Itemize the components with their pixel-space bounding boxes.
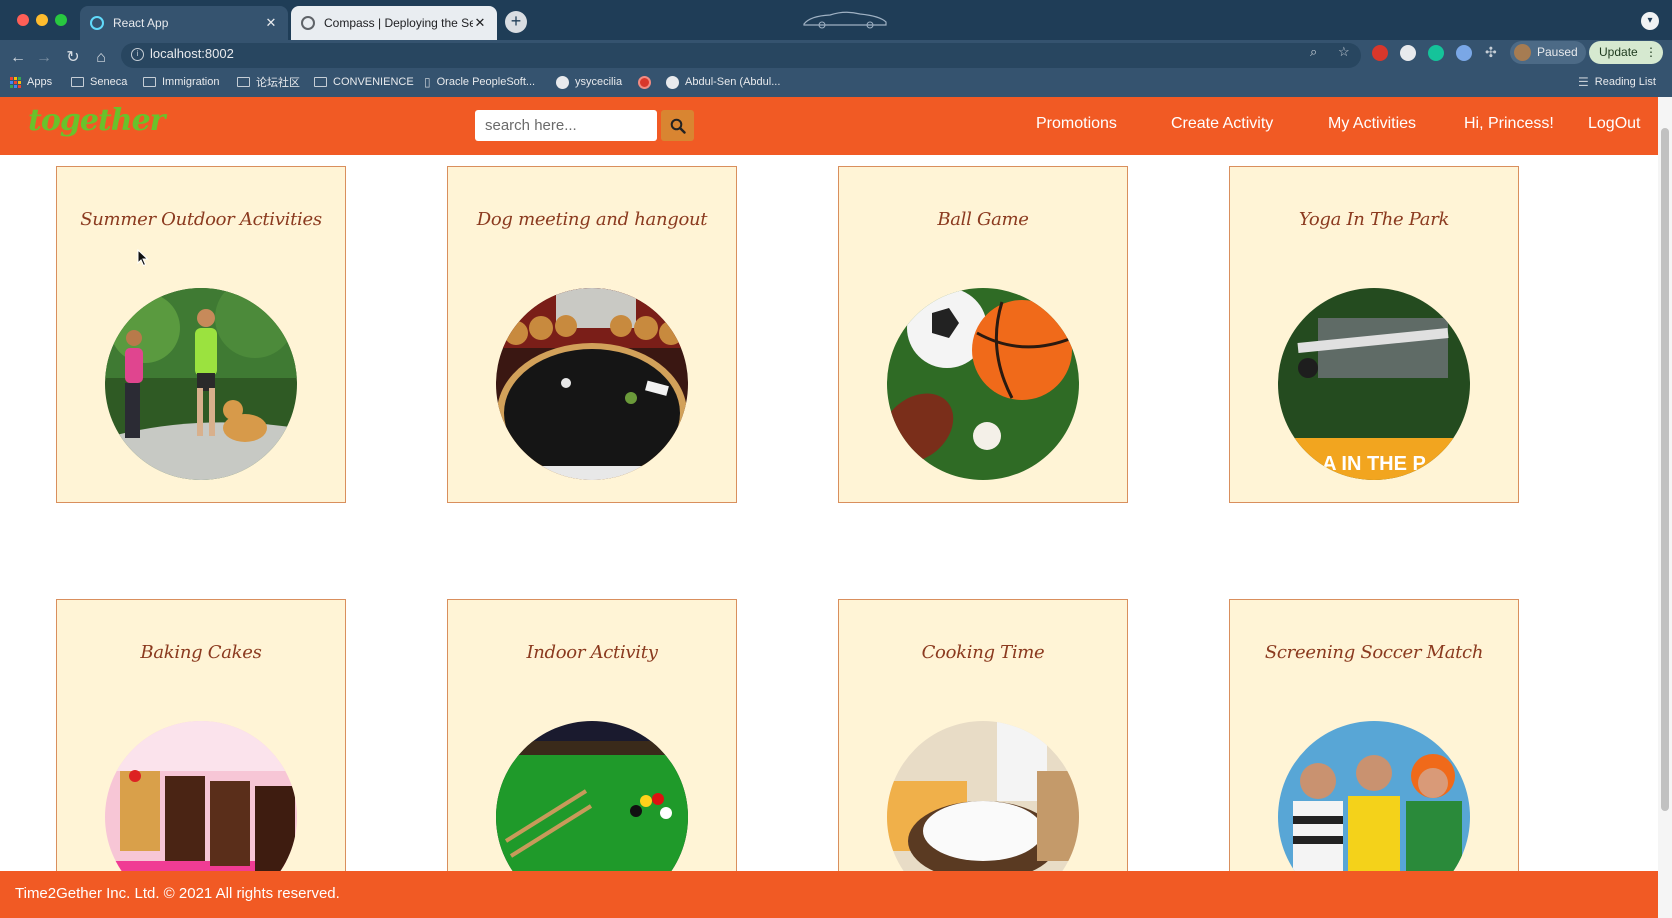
update-button[interactable]: Update ⋮ [1589,41,1663,64]
compass-icon [301,16,315,30]
url-text[interactable]: localhost:8002 [150,46,234,61]
folder-icon [314,77,327,87]
forward-icon[interactable]: → [34,49,54,67]
site-navbar: together Promotions Create Activity My A… [0,97,1658,155]
tab-compass[interactable]: Compass | Deploying the Serve ✕ [291,6,497,40]
activity-card[interactable]: Summer Outdoor Activities [56,166,346,503]
activity-title[interactable]: Yoga In The Park [1230,209,1518,230]
site-logo[interactable]: together [28,103,165,138]
maximize-window-button[interactable] [55,14,67,26]
mouse-cursor-icon [137,249,149,267]
bookmark-label: Apps [27,76,53,88]
home-icon[interactable]: ⌂ [91,49,111,67]
block-extension-icon[interactable] [1400,45,1416,61]
bookmark-label: 论坛社区 [256,77,300,89]
address-bar[interactable] [121,43,1361,68]
minimize-window-button[interactable] [36,14,48,26]
red-circle-icon [638,75,651,89]
nav-create-activity[interactable]: Create Activity [1171,115,1273,133]
page-icon: ▯ [424,75,431,89]
activity-title[interactable]: Screening Soccer Match [1230,642,1518,663]
tab-react-app[interactable]: React App ✕ [80,6,288,40]
activity-image[interactable] [887,288,1079,480]
menu-dots-icon[interactable]: ⋮ [1645,41,1657,64]
page-viewport: together Promotions Create Activity My A… [0,97,1658,918]
zoom-icon[interactable]: ⌕ [1310,44,1317,60]
extensions-puzzle-icon[interactable]: ✣ [1485,44,1497,61]
yoga-banner-text: A IN THE P [1322,453,1426,475]
github-icon [666,75,679,89]
profile-button[interactable]: Paused [1510,41,1586,64]
adblock-extension-icon[interactable] [1372,45,1388,61]
bookmark-immigration[interactable]: Immigration [143,73,219,91]
activity-card[interactable]: Dog meeting and hangout [447,166,737,503]
activity-image[interactable] [105,288,297,480]
bookmark-convenience[interactable]: CONVENIENCE [314,73,414,91]
bookmark-oracle[interactable]: ▯ Oracle PeopleSoft... [424,73,535,91]
folder-icon [71,77,84,87]
activity-title[interactable]: Dog meeting and hangout [448,209,736,230]
bookmark-seneca[interactable]: Seneca [71,73,127,91]
nav-greeting[interactable]: Hi, Princess! [1464,115,1554,133]
apps-grid-icon [10,76,21,88]
search-button[interactable] [661,110,694,141]
activity-card[interactable]: Yoga In The Park A IN THE P [1229,166,1519,503]
tab-label: React App [113,16,169,30]
avatar [1514,44,1531,61]
nav-my-activities[interactable]: My Activities [1328,115,1416,133]
bookmark-label: Abdul-Sen (Abdul... [685,76,781,88]
activity-title[interactable]: Summer Outdoor Activities [57,209,345,230]
bookmark-red-circle[interactable] [638,73,657,91]
search-input[interactable] [475,110,657,141]
bookmark-star-icon[interactable]: ☆ [1338,44,1350,60]
folder-icon [237,77,250,87]
back-icon[interactable]: ← [8,49,28,67]
browser-extension-icon[interactable] [1456,45,1472,61]
profile-status: Paused [1537,45,1578,59]
github-icon [556,75,569,89]
tab-search-icon[interactable]: ▾ [1641,12,1659,30]
activity-card[interactable]: Ball Game [838,166,1128,503]
bookmark-label: Immigration [162,76,220,88]
close-window-button[interactable] [17,14,29,26]
scrollbar-thumb[interactable] [1661,128,1669,811]
bookmark-label: Oracle PeopleSoft... [436,76,536,88]
folder-icon [143,77,156,87]
update-label: Update [1599,45,1638,59]
activity-title[interactable]: Cooking Time [839,642,1127,663]
grammarly-extension-icon[interactable] [1428,45,1444,61]
reload-icon[interactable]: ↻ [63,49,83,67]
activity-title[interactable]: Ball Game [839,209,1127,230]
footer-copyright: Time2Gether Inc. Ltd. © 2021 All rights … [15,885,340,902]
nav-logout[interactable]: LogOut [1588,115,1640,133]
car-theme-icon [803,11,887,29]
tab-label: Compass | Deploying the Serve [324,16,473,30]
bookmark-ysycecilia[interactable]: ysycecilia [556,73,622,91]
site-footer: Time2Gether Inc. Ltd. © 2021 All rights … [0,871,1658,918]
activity-title[interactable]: Baking Cakes [57,642,345,663]
new-tab-button[interactable]: + [505,11,527,33]
bookmark-forum[interactable]: 论坛社区 [237,73,300,91]
browser-tab-bar: React App ✕ Compass | Deploying the Serv… [0,0,1672,40]
bookmark-label: ysycecilia [575,76,623,88]
close-tab-icon[interactable]: ✕ [473,15,487,31]
close-tab-icon[interactable]: ✕ [264,15,278,31]
bookmark-label: CONVENIENCE [333,76,414,88]
reading-list-icon: ☰ [1578,75,1589,89]
nav-promotions[interactable]: Promotions [1036,115,1117,133]
search-icon [670,118,686,134]
activity-image[interactable] [496,288,688,480]
activity-image[interactable]: A IN THE P [1278,288,1470,480]
reading-list-label: Reading List [1594,76,1656,88]
bookmark-abdul[interactable]: Abdul-Sen (Abdul... [666,73,780,91]
activity-title[interactable]: Indoor Activity [448,642,736,663]
bookmark-label: Seneca [90,76,128,88]
react-icon [90,16,104,30]
bookmark-apps[interactable]: Apps [10,73,52,91]
site-info-icon[interactable]: i [131,48,144,61]
reading-list-button[interactable]: ☰ Reading List [1578,73,1656,91]
